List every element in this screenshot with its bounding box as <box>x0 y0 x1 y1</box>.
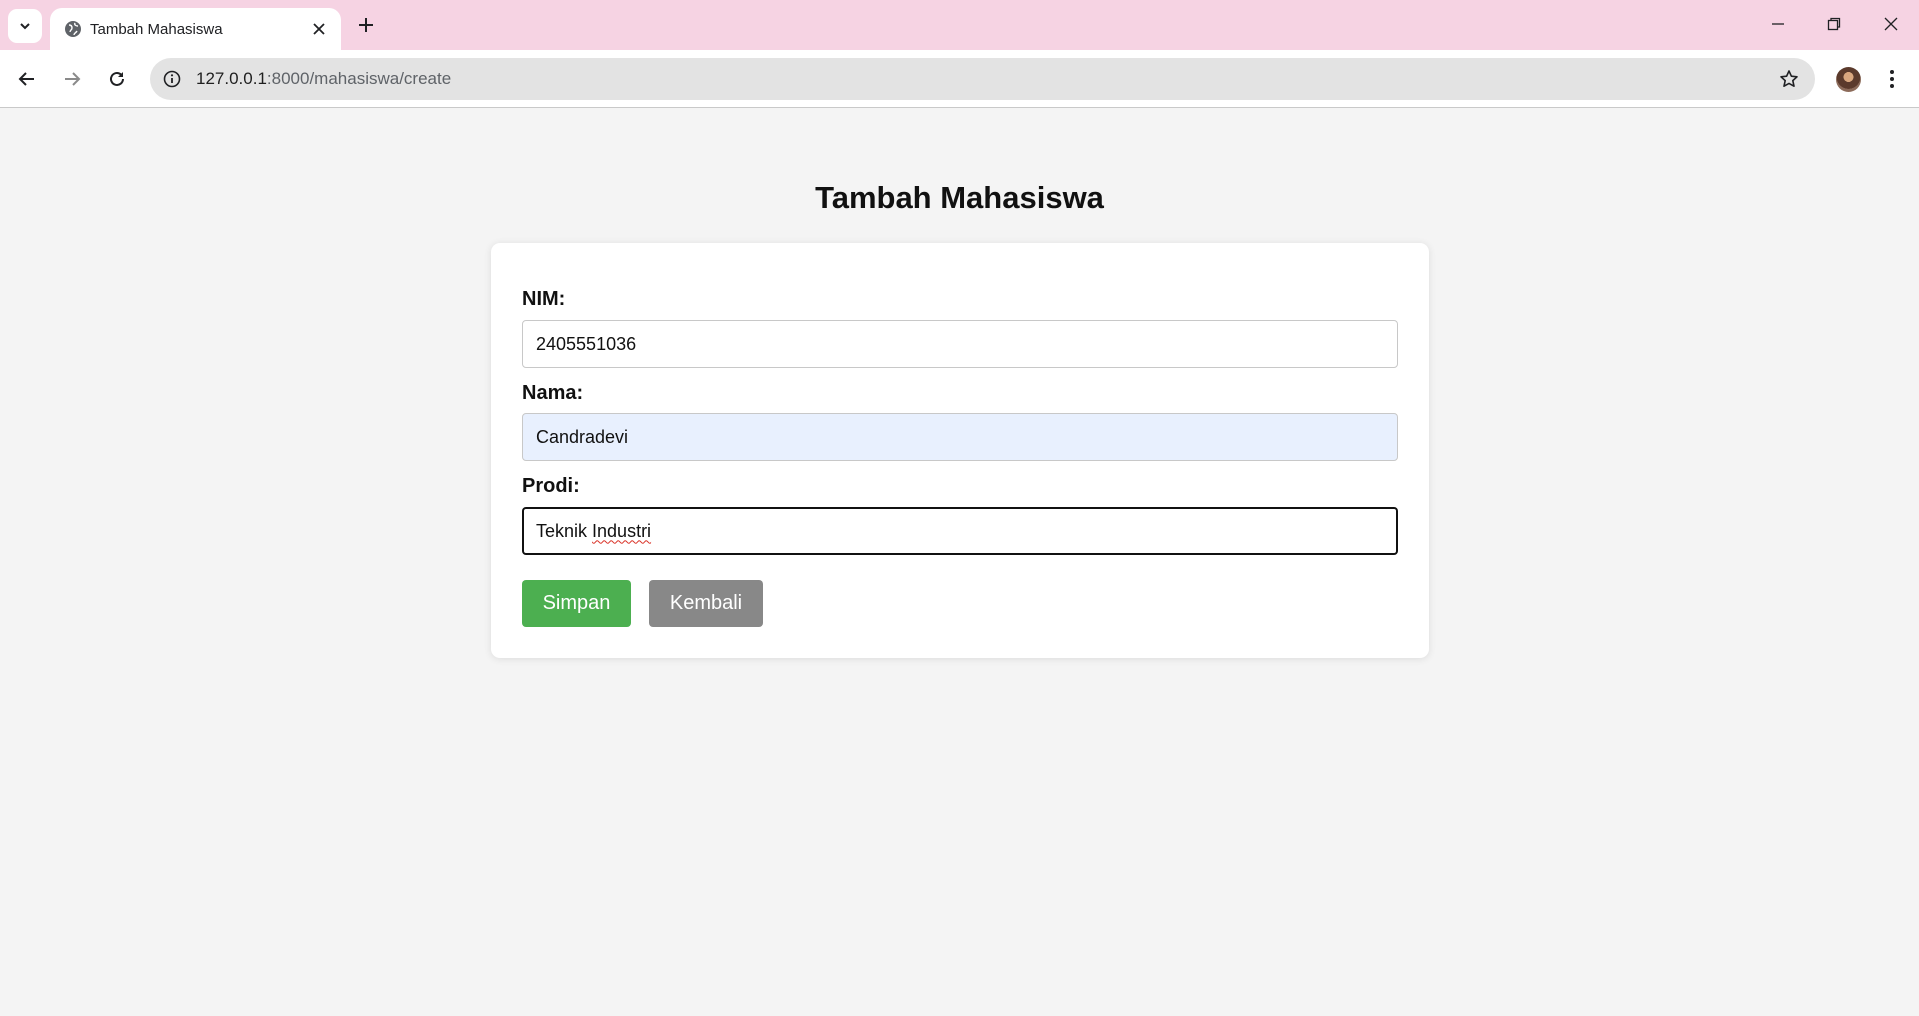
page-title: Tambah Mahasiswa <box>815 180 1104 215</box>
prodi-value-word1: Teknik <box>536 520 593 541</box>
forward-button[interactable] <box>56 63 88 95</box>
prodi-input[interactable]: Teknik Industri <box>522 507 1398 555</box>
url-text[interactable]: 127.0.0.1:8000/mahasiswa/create <box>196 69 451 89</box>
minimize-icon <box>1772 23 1784 25</box>
browser-toolbar: 127.0.0.1:8000/mahasiswa/create <box>0 50 1919 108</box>
restore-icon <box>1827 17 1841 31</box>
close-icon <box>1884 17 1898 31</box>
more-vertical-icon <box>1890 70 1894 88</box>
globe-icon <box>65 21 81 37</box>
new-tab-button[interactable] <box>352 11 380 39</box>
nim-label: NIM: <box>522 288 566 310</box>
nama-label: Nama: <box>522 382 584 404</box>
back-button[interactable] <box>11 63 43 95</box>
nim-input[interactable]: 2405551036 <box>522 320 1398 368</box>
minimize-button[interactable] <box>1750 4 1806 44</box>
tab-close-button[interactable] <box>309 19 329 39</box>
prodi-value: Teknik Industri <box>536 521 651 542</box>
reload-icon <box>110 71 124 86</box>
arrow-right-icon <box>65 72 81 86</box>
browser-tab[interactable]: Tambah Mahasiswa <box>50 8 341 50</box>
form-card: NIM: 2405551036 Nama: Candradevi Prodi: … <box>491 243 1429 658</box>
save-button[interactable]: Simpan <box>522 580 631 627</box>
site-info-button[interactable] <box>160 67 184 91</box>
info-icon <box>163 70 181 88</box>
prodi-value-word2: Industri <box>592 520 652 541</box>
tab-search-button[interactable] <box>8 9 42 43</box>
bookmark-button[interactable] <box>1777 67 1801 91</box>
url-host: 127.0.0.1 <box>196 69 267 88</box>
prodi-label: Prodi: <box>522 475 580 497</box>
chevron-down-icon <box>20 23 30 30</box>
arrow-left-icon <box>18 72 34 86</box>
close-window-button[interactable] <box>1863 4 1919 44</box>
plus-icon <box>359 18 373 32</box>
star-icon <box>1780 70 1798 87</box>
nim-value: 2405551036 <box>536 333 637 354</box>
profile-avatar[interactable] <box>1836 67 1861 92</box>
back-link-button[interactable]: Kembali <box>649 580 763 627</box>
tab-strip: Tambah Mahasiswa <box>0 0 1919 50</box>
address-bar[interactable]: 127.0.0.1:8000/mahasiswa/create <box>150 58 1815 100</box>
restore-button[interactable] <box>1806 4 1862 44</box>
browser-menu-button[interactable] <box>1880 65 1904 93</box>
nama-value: Candradevi <box>536 426 629 447</box>
tab-title: Tambah Mahasiswa <box>90 21 223 38</box>
url-path: :8000/mahasiswa/create <box>266 69 452 88</box>
reload-button[interactable] <box>101 63 133 95</box>
close-icon <box>313 23 325 35</box>
nama-input[interactable]: Candradevi <box>522 413 1398 461</box>
